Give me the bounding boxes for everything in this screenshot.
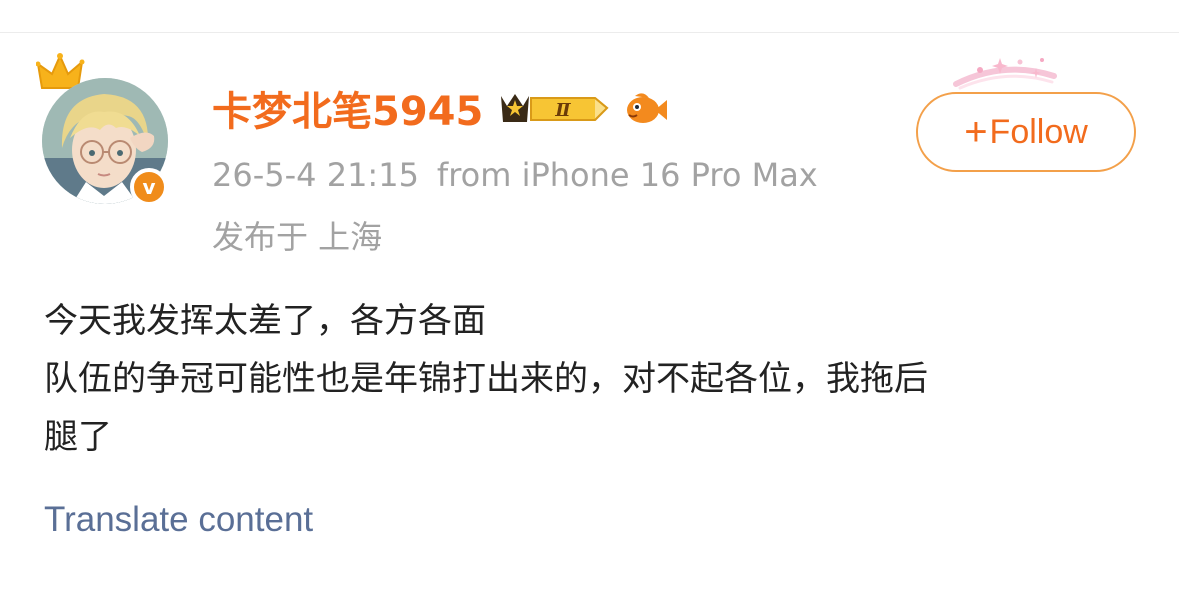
- vip-crown-badge-icon[interactable]: Ⅱ: [497, 88, 613, 128]
- post-text: 今天我发挥太差了，各方各面 队伍的争冠可能性也是年锦打出来的，对不起各位，我拖后…: [44, 292, 1144, 466]
- fish-icon: [627, 93, 668, 123]
- post-source: from iPhone 16 Pro Max: [436, 156, 818, 194]
- verified-badge-icon: v: [130, 168, 168, 206]
- post-text-line: 队伍的争冠可能性也是年锦打出来的，对不起各位，我拖后: [44, 359, 928, 399]
- post-text-line: 今天我发挥太差了，各方各面: [44, 301, 486, 341]
- follow-button[interactable]: + Follow: [916, 92, 1136, 172]
- post-text-line: 腿了: [44, 417, 112, 457]
- plus-icon: +: [964, 110, 988, 154]
- translate-content-link[interactable]: Translate content: [44, 500, 313, 540]
- post-meta: 26-5-4 21:15 from iPhone 16 Pro Max: [212, 156, 818, 194]
- top-divider: [0, 32, 1179, 33]
- sparkle-decoration-icon: [953, 58, 1057, 90]
- follow-label: Follow: [989, 112, 1088, 151]
- post-timestamp: 26-5-4 21:15: [212, 156, 419, 194]
- post-location: 发布于 上海: [212, 218, 383, 256]
- avatar-block[interactable]: v: [36, 52, 176, 212]
- vip-level-text: Ⅱ: [555, 100, 572, 121]
- user-name-row: 卡梦北笔5945 Ⅱ: [212, 79, 669, 137]
- weibo-post-card: v 卡梦北笔5945 Ⅱ 26-5-4 21:15 from iPhone 16 …: [0, 0, 1179, 593]
- user-name[interactable]: 卡梦北笔5945: [212, 79, 483, 137]
